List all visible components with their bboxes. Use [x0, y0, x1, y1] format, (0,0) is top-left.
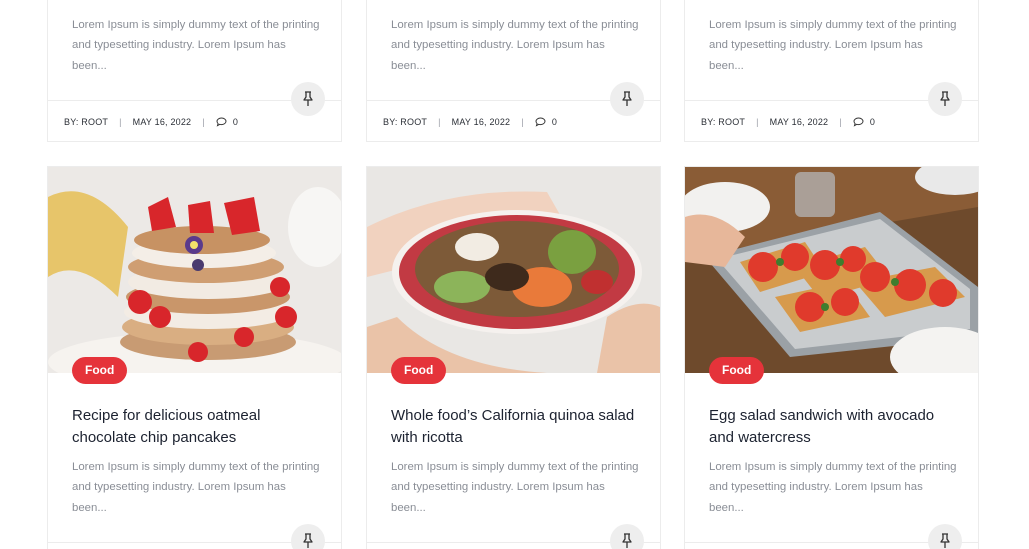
post-excerpt: Lorem Ipsum is simply dummy text of the …	[709, 461, 957, 514]
pin-icon	[940, 533, 950, 548]
post-thumbnail[interactable]	[367, 167, 660, 373]
post-title[interactable]: Whole food’s California quinoa salad wit…	[391, 405, 640, 449]
post-card: Lorem Ipsum is simply dummy text of the …	[366, 0, 661, 142]
comment-count: 0	[869, 117, 876, 127]
category-badge[interactable]: Food	[709, 357, 765, 384]
post-excerpt: Lorem Ipsum is simply dummy text of the …	[72, 461, 320, 514]
meta-separator: |	[438, 117, 441, 127]
comment-count: 0	[551, 117, 558, 127]
post-excerpt: Lorem Ipsum is simply dummy text of the …	[72, 19, 320, 72]
comment-link[interactable]: 0	[535, 117, 557, 127]
meta-separator: |	[839, 117, 842, 127]
post-meta: BY: ROOT | MAY 16, 2022 | 0	[64, 117, 238, 127]
meta-separator: |	[119, 117, 122, 127]
category-badge[interactable]: Food	[391, 357, 447, 384]
post-date[interactable]: MAY 16, 2022	[133, 117, 192, 127]
post-thumbnail[interactable]	[685, 167, 978, 373]
comment-icon	[853, 117, 864, 127]
post-card: Food Egg salad sandwich with avocado and…	[684, 166, 979, 549]
pin-icon	[622, 533, 632, 548]
pin-button[interactable]	[610, 82, 644, 116]
post-title[interactable]: Egg salad sandwich with avocado and wate…	[709, 405, 958, 449]
quinoa-salad-bowl-image	[367, 167, 660, 373]
tomato-toast-tray-image	[685, 167, 978, 373]
post-card: Food Recipe for delicious oatmeal chocol…	[47, 166, 342, 549]
post-excerpt: Lorem Ipsum is simply dummy text of the …	[391, 461, 639, 514]
category-badge[interactable]: Food	[72, 357, 128, 384]
post-excerpt: Lorem Ipsum is simply dummy text of the …	[709, 19, 957, 72]
pin-button[interactable]	[291, 524, 325, 549]
post-meta: BY: ROOT | MAY 16, 2022 | 0	[701, 117, 875, 127]
comment-link[interactable]: 0	[216, 117, 238, 127]
post-author[interactable]: BY: ROOT	[701, 117, 745, 127]
post-author[interactable]: BY: ROOT	[383, 117, 427, 127]
post-card: Lorem Ipsum is simply dummy text of the …	[684, 0, 979, 142]
meta-separator: |	[756, 117, 759, 127]
meta-separator: |	[202, 117, 205, 127]
pin-button[interactable]	[928, 82, 962, 116]
comment-icon	[535, 117, 546, 127]
meta-separator: |	[521, 117, 524, 127]
pancake-stack-image	[48, 167, 341, 373]
pin-icon	[940, 91, 950, 106]
post-date[interactable]: MAY 16, 2022	[770, 117, 829, 127]
post-excerpt: Lorem Ipsum is simply dummy text of the …	[391, 19, 639, 72]
pin-icon	[622, 91, 632, 106]
pin-button[interactable]	[928, 524, 962, 549]
post-thumbnail[interactable]	[48, 167, 341, 373]
post-title[interactable]: Recipe for delicious oatmeal chocolate c…	[72, 405, 321, 449]
comment-icon	[216, 117, 227, 127]
pin-icon	[303, 533, 313, 548]
pin-icon	[303, 91, 313, 106]
comment-link[interactable]: 0	[853, 117, 875, 127]
post-meta: BY: ROOT | MAY 16, 2022 | 0	[383, 117, 557, 127]
pin-button[interactable]	[610, 524, 644, 549]
comment-count: 0	[232, 117, 239, 127]
post-date[interactable]: MAY 16, 2022	[452, 117, 511, 127]
pin-button[interactable]	[291, 82, 325, 116]
post-card: Lorem Ipsum is simply dummy text of the …	[47, 0, 342, 142]
post-author[interactable]: BY: ROOT	[64, 117, 108, 127]
post-card: Food Whole food’s California quinoa sala…	[366, 166, 661, 549]
